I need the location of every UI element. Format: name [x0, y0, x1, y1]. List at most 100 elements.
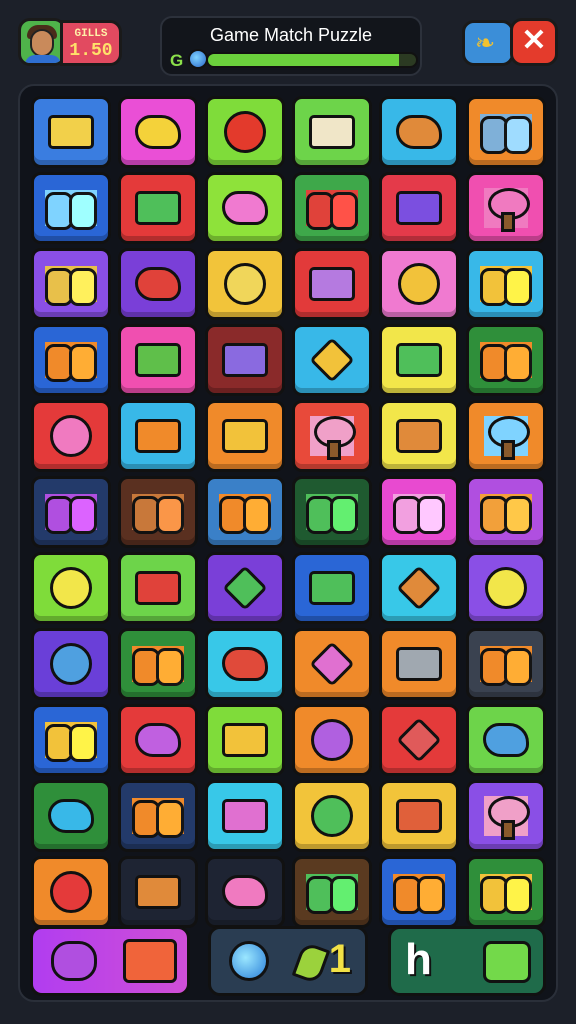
tile[interactable]	[379, 552, 459, 624]
tile[interactable]	[31, 248, 111, 320]
tile[interactable]	[379, 96, 459, 168]
tile[interactable]	[379, 324, 459, 396]
tile[interactable]	[205, 780, 285, 852]
tile[interactable]	[466, 324, 546, 396]
flowers-icon	[45, 190, 97, 230]
key-icon	[48, 799, 94, 833]
score-label: GILLS	[74, 28, 108, 40]
booster-count: 1	[328, 937, 351, 981]
player-avatar[interactable]	[18, 18, 66, 66]
tile[interactable]	[31, 172, 111, 244]
tile[interactable]	[118, 400, 198, 472]
tile[interactable]	[466, 248, 546, 320]
tile[interactable]	[118, 476, 198, 548]
tile[interactable]	[31, 780, 111, 852]
tile[interactable]	[118, 172, 198, 244]
garden-box-icon	[135, 191, 181, 225]
phone-cup-icon	[480, 266, 532, 306]
game-title: Game Match Puzzle	[209, 25, 373, 45]
tile[interactable]	[118, 96, 198, 168]
drawer-icon	[396, 647, 442, 681]
tile[interactable]	[379, 476, 459, 548]
tile[interactable]	[292, 704, 372, 776]
tile[interactable]	[205, 552, 285, 624]
tile[interactable]	[292, 476, 372, 548]
tile[interactable]	[118, 780, 198, 852]
tent-icon	[222, 419, 268, 453]
candy-icon	[309, 337, 355, 383]
close-button[interactable]: ✕	[510, 18, 558, 66]
jars-icon	[480, 114, 532, 154]
potions-icon	[219, 494, 271, 534]
tile[interactable]	[466, 780, 546, 852]
score-panel: GILLS 1.50	[60, 20, 122, 66]
castle-icon	[222, 799, 268, 833]
ball-icon	[485, 567, 527, 609]
top-bar: GILLS 1.50 Game Match Puzzle G ❧ ✕	[0, 0, 576, 80]
pet-icon	[51, 941, 97, 981]
tile[interactable]	[292, 552, 372, 624]
tile[interactable]	[31, 552, 111, 624]
tile[interactable]	[466, 172, 546, 244]
title-panel: Game Match Puzzle G	[160, 16, 422, 76]
basket-icon	[396, 115, 442, 149]
planter-icon	[135, 343, 181, 377]
helper-button[interactable]: ❧	[462, 20, 514, 66]
tile[interactable]	[205, 172, 285, 244]
robot-icon	[396, 343, 442, 377]
tile[interactable]	[466, 628, 546, 700]
tile[interactable]	[379, 400, 459, 472]
tile[interactable]	[292, 780, 372, 852]
tile[interactable]	[379, 780, 459, 852]
tile[interactable]	[118, 704, 198, 776]
tile[interactable]	[205, 476, 285, 548]
knots-icon	[480, 646, 532, 686]
tile[interactable]	[292, 172, 372, 244]
tile[interactable]	[205, 248, 285, 320]
tile[interactable]	[466, 96, 546, 168]
tile[interactable]	[292, 248, 372, 320]
yarn-icon	[50, 643, 92, 685]
tile[interactable]	[379, 172, 459, 244]
tile[interactable]	[205, 400, 285, 472]
lollipop-icon	[50, 415, 92, 457]
shield-icon	[396, 717, 442, 763]
tile[interactable]	[31, 704, 111, 776]
tile[interactable]	[292, 400, 372, 472]
tile[interactable]	[205, 96, 285, 168]
tile[interactable]	[205, 704, 285, 776]
avatar-face	[30, 29, 54, 57]
pet-card-booster-button[interactable]	[30, 926, 190, 996]
tile[interactable]	[379, 248, 459, 320]
tile[interactable]	[466, 400, 546, 472]
tile[interactable]	[292, 96, 372, 168]
planet-icon	[311, 719, 353, 761]
tile[interactable]	[205, 324, 285, 396]
tile[interactable]	[31, 628, 111, 700]
tile[interactable]	[466, 704, 546, 776]
bow-icon	[135, 115, 181, 149]
tile[interactable]	[118, 324, 198, 396]
tile[interactable]	[466, 552, 546, 624]
tile[interactable]	[118, 552, 198, 624]
tile[interactable]	[292, 324, 372, 396]
tile[interactable]	[118, 248, 198, 320]
tile[interactable]	[31, 400, 111, 472]
tile[interactable]	[31, 96, 111, 168]
home-button[interactable]: h	[388, 926, 546, 996]
tools-icon	[480, 874, 532, 914]
tile[interactable]	[379, 628, 459, 700]
letters-icon	[393, 874, 445, 914]
camera-icon	[135, 419, 181, 453]
feathers-icon	[480, 494, 532, 534]
bus-icon	[135, 571, 181, 605]
tile[interactable]	[205, 628, 285, 700]
numbers-icon	[45, 722, 97, 762]
tile[interactable]	[292, 628, 372, 700]
tile[interactable]	[31, 324, 111, 396]
hint-booster-button[interactable]: 1	[208, 926, 368, 996]
tile[interactable]	[118, 628, 198, 700]
tile[interactable]	[379, 704, 459, 776]
tile[interactable]	[466, 476, 546, 548]
tile[interactable]	[31, 476, 111, 548]
